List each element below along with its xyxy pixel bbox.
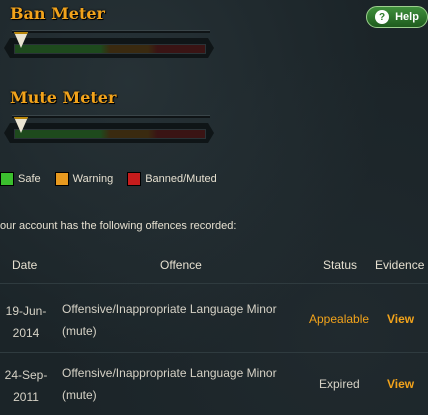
column-header-evidence: Evidence: [375, 258, 425, 272]
divider: [0, 352, 428, 353]
divider: [0, 283, 428, 284]
legend-item-safe: Safe: [0, 172, 41, 186]
offence-line: (mute): [62, 324, 97, 338]
safe-swatch: [0, 172, 14, 186]
legend-item-warning: Warning: [54, 172, 114, 186]
help-label: Help: [395, 11, 419, 23]
column-header-date: Date: [12, 258, 38, 272]
row-date: 19-Jun- 2014: [2, 300, 50, 344]
view-evidence-link[interactable]: View: [387, 312, 414, 326]
offence-line: Offensive/Inappropriate Language Minor: [62, 366, 277, 380]
legend-label: Warning: [72, 173, 114, 185]
date-line: 2014: [12, 326, 40, 340]
meter-rail: [12, 30, 210, 33]
offence-line: (mute): [62, 388, 97, 402]
offences-intro: our account has the following offences r…: [0, 220, 237, 232]
row-date: 24-Sep- 2011: [2, 364, 50, 408]
date-line: 2011: [13, 390, 39, 404]
offence-line: Offensive/Inappropriate Language Minor: [62, 302, 277, 316]
question-icon: ?: [375, 10, 390, 24]
warning-swatch: [54, 172, 69, 186]
status-badge: Expired: [319, 377, 360, 391]
ban-meter: [4, 30, 216, 62]
help-button[interactable]: ? Help: [366, 6, 428, 28]
date-line: 19-Jun-: [5, 304, 47, 318]
mute-meter: [4, 115, 216, 147]
legend-item-banned: Banned/Muted: [127, 172, 217, 186]
meter-bar: [14, 129, 206, 139]
view-evidence-link[interactable]: View: [387, 377, 414, 391]
legend-label: Banned/Muted: [145, 173, 217, 185]
row-offence: Offensive/Inappropriate Language Minor (…: [62, 298, 277, 342]
column-header-offence: Offence: [160, 258, 202, 272]
meter-bar: [14, 44, 206, 54]
row-offence: Offensive/Inappropriate Language Minor (…: [62, 362, 277, 406]
column-header-status: Status: [323, 258, 358, 272]
status-badge[interactable]: Appealable: [309, 312, 369, 326]
date-line: 24-Sep-: [4, 368, 48, 382]
mute-meter-title: Mute Meter: [10, 88, 117, 107]
meter-legend: Safe Warning Banned/Muted: [0, 172, 217, 186]
meter-rail: [12, 115, 210, 118]
ban-meter-title: Ban Meter: [10, 4, 105, 23]
banned-swatch: [127, 172, 142, 186]
legend-label: Safe: [18, 173, 41, 185]
